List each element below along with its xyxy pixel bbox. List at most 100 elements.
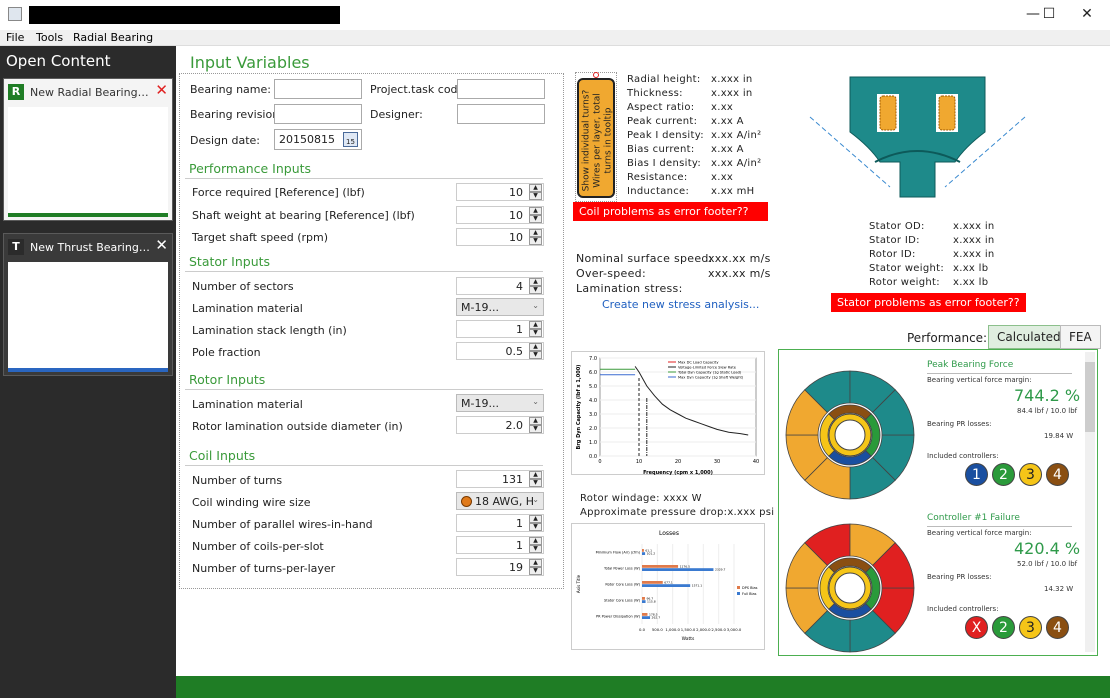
controller-2-badge[interactable]: 2 (992, 463, 1015, 486)
divider (927, 373, 1072, 374)
bar-data-label: 101.2 (647, 552, 656, 556)
maximize-button[interactable]: ☐ (1034, 4, 1064, 24)
divider (185, 389, 543, 390)
shaft (834, 419, 866, 451)
controller-1-badge[interactable]: X (965, 616, 988, 639)
design-date-picker[interactable]: 20150815 15 (274, 129, 362, 150)
increment-icon[interactable]: ▲ (529, 278, 542, 286)
force-required-stepper[interactable]: 10 ▲ ▼ (456, 183, 544, 201)
increment-icon[interactable]: ▲ (529, 343, 542, 351)
decrement-icon[interactable]: ▼ (529, 329, 542, 337)
content-card-radial[interactable]: R New Radial Bearing Desi... ✕ (3, 78, 173, 221)
parallel-wires-label: Number of parallel wires-in-hand (192, 518, 373, 531)
category-label: Rotor Core Loss (W) (605, 583, 640, 587)
rotor-lamination-label: Lamination material (192, 398, 303, 411)
increment-icon[interactable]: ▲ (529, 207, 542, 215)
decrement-icon[interactable]: ▼ (529, 237, 542, 245)
create-stress-analysis-link[interactable]: Create new stress analysis... (602, 298, 759, 311)
coil-prop-label: Thickness: (627, 88, 683, 99)
content-card-thrust[interactable]: T New Thrust Bearing Des... ✕ (3, 233, 173, 376)
decrement-icon[interactable]: ▼ (529, 215, 542, 223)
controller-4-badge[interactable]: 4 (1046, 463, 1069, 486)
bearing-revision-input[interactable] (274, 104, 362, 124)
coil-prop-value: x.xx A/in² (711, 130, 762, 141)
bar-data-label: 1571.1 (692, 584, 703, 588)
surface-speed-label: Lamination stress: (576, 282, 683, 295)
surface-speed-value: xxx.xx m/s (708, 252, 771, 265)
decrement-icon[interactable]: ▼ (529, 567, 542, 575)
sidebar-title: Open Content (6, 52, 111, 70)
rotor-od-stepper[interactable]: 2.0 ▲ ▼ (456, 416, 544, 434)
decrement-icon[interactable]: ▼ (529, 351, 542, 359)
card-title-thrust: New Thrust Bearing Des... (30, 241, 152, 254)
card-preview (8, 107, 168, 217)
tab-fea[interactable]: FEA (1060, 325, 1101, 349)
y-tick-label: 0.0 (589, 454, 597, 460)
bar (642, 568, 714, 571)
coil-diagram[interactable]: Show individual turns? Wires per layer, … (577, 78, 615, 198)
tab-calculated[interactable]: Calculated (988, 325, 1070, 349)
bearing-revision-label: Bearing revision: (190, 108, 283, 121)
shaft (834, 572, 866, 604)
increment-icon[interactable]: ▲ (529, 229, 542, 237)
stator-lamination-select[interactable]: M-19... ⌄ (456, 298, 544, 316)
close-button[interactable]: ✕ (1072, 4, 1102, 24)
designer-input[interactable] (457, 104, 545, 124)
x-tick-label: 2,000.0 (696, 627, 711, 632)
y-tick-label: 7.0 (589, 356, 597, 362)
close-icon[interactable]: ✕ (155, 236, 168, 254)
increment-icon[interactable]: ▲ (529, 559, 542, 567)
controller-4-badge[interactable]: 4 (1046, 616, 1069, 639)
coil-section (879, 95, 897, 131)
x-tick-label: 2,500.0 (711, 627, 726, 632)
shaft-weight-stepper[interactable]: 10 ▲ ▼ (456, 206, 544, 224)
block-title: Controller #1 Failure (927, 513, 1020, 523)
controller-2-badge[interactable]: 2 (992, 616, 1015, 639)
sectors-label: Number of sectors (192, 280, 294, 293)
increment-icon[interactable]: ▲ (529, 515, 542, 523)
wire-size-select[interactable]: 18 AWG, H ⌄ (456, 492, 544, 510)
decrement-icon[interactable]: ▼ (529, 523, 542, 531)
scrollbar[interactable] (1085, 352, 1095, 652)
menu-tools[interactable]: Tools (36, 31, 63, 44)
decrement-icon[interactable]: ▼ (529, 192, 542, 200)
controller-3-badge[interactable]: 3 (1019, 616, 1042, 639)
controller-3-badge[interactable]: 3 (1019, 463, 1042, 486)
rotor-lamination-select[interactable]: M-19... ⌄ (456, 394, 544, 412)
category-label: Stator Core Loss (W) (604, 599, 641, 603)
turns-stepper[interactable]: 131 ▲ ▼ (456, 470, 544, 488)
increment-icon[interactable]: ▲ (529, 184, 542, 192)
stator-diagram (809, 76, 1026, 198)
increment-icon[interactable]: ▲ (529, 321, 542, 329)
target-speed-stepper[interactable]: 10 ▲ ▼ (456, 228, 544, 246)
project-task-input[interactable] (457, 79, 545, 99)
decrement-icon[interactable]: ▼ (529, 286, 542, 294)
increment-icon[interactable]: ▲ (529, 537, 542, 545)
pole-fraction-stepper[interactable]: 0.5 ▲ ▼ (456, 342, 544, 360)
increment-icon[interactable]: ▲ (529, 471, 542, 479)
y-tick-label: 6.0 (589, 370, 597, 376)
bearing-name-input[interactable] (274, 79, 362, 99)
decrement-icon[interactable]: ▼ (529, 545, 542, 553)
controller-1-badge[interactable]: 1 (965, 463, 988, 486)
coil-prop-label: Resistance: (627, 172, 688, 183)
sectors-stepper[interactable]: 4 ▲ ▼ (456, 277, 544, 295)
menu-file[interactable]: File (6, 31, 24, 44)
increment-icon[interactable]: ▲ (529, 417, 542, 425)
decrement-icon[interactable]: ▼ (529, 479, 542, 487)
radial-badge: R (8, 84, 24, 100)
surface-speed-label: Nominal surface speed: (576, 252, 713, 265)
bar (642, 565, 679, 568)
decrement-icon[interactable]: ▼ (529, 425, 542, 433)
coils-per-slot-stepper[interactable]: 1 ▲ ▼ (456, 536, 544, 554)
scrollbar-thumb[interactable] (1085, 362, 1095, 432)
turns-per-layer-stepper[interactable]: 19 ▲ ▼ (456, 558, 544, 576)
parallel-wires-stepper[interactable]: 1 ▲ ▼ (456, 514, 544, 532)
stack-length-stepper[interactable]: 1 ▲ ▼ (456, 320, 544, 338)
rotor-od-label: Rotor lamination outside diameter (in) (192, 420, 403, 433)
stator-pole (903, 94, 932, 164)
close-icon[interactable]: ✕ (155, 81, 168, 99)
menu-radial-bearing[interactable]: Radial Bearing (73, 31, 153, 44)
spin-value: 10 (509, 231, 523, 244)
calendar-icon[interactable]: 15 (343, 132, 358, 147)
